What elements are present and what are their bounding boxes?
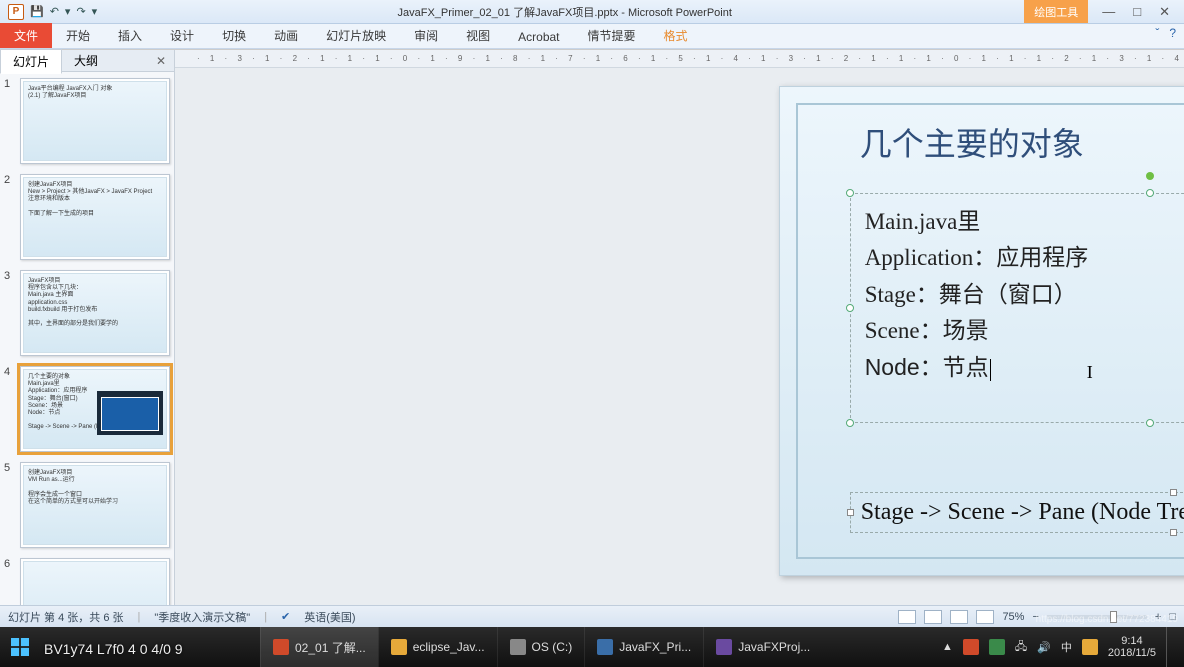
language-status[interactable]: 英语(美国) [304, 609, 355, 625]
content-textbox[interactable]: Main.java里 Application：应用程序 Stage：舞台（窗口）… [850, 193, 1184, 423]
help-icon[interactable]: ? [1169, 26, 1176, 40]
taskbar-item[interactable]: 02_01 了解... [260, 627, 378, 667]
tab-review[interactable]: 审阅 [400, 23, 452, 48]
horizontal-ruler: · 1 · 3 · 1 · 2 · 1 · 1 · 1 · 0 · 1 · 9 … [175, 50, 1184, 68]
taskbar-item[interactable]: eclipse_Jav... [378, 627, 497, 667]
slide-thumbnail[interactable]: 1Java平台编程 JavaFX入门 对象(2.1) 了解JavaFX项目 [4, 78, 170, 164]
reading-view-button[interactable] [950, 610, 968, 624]
tab-acrobat[interactable]: Acrobat [504, 26, 573, 48]
quick-access-toolbar: P 💾 ↶ ▾ ↷ ▾ [0, 4, 105, 20]
maximize-button[interactable]: □ [1133, 4, 1141, 20]
taskbar-item[interactable]: OS (C:) [497, 627, 585, 667]
content-line: Main.java里 [865, 204, 1184, 240]
watermark-url: https://blog.csdn.net/772384419 [1036, 614, 1178, 625]
theme-name: "季度收入演示文稿" [154, 609, 250, 625]
show-desktop-button[interactable] [1166, 627, 1174, 667]
ibeam-cursor-icon: I [1087, 362, 1093, 383]
text-cursor [990, 359, 991, 381]
slide-thumbnail[interactable]: 6 [4, 558, 170, 605]
slide[interactable]: 几个主要的对象 Main.java里 Application：应用程序 Stag… [779, 86, 1184, 576]
content-line: Stage：舞台（窗口） [865, 277, 1184, 313]
video-overlay-text: BV1y74 L7f0 4 0 4/0 9 [44, 641, 183, 657]
slide-thumbnail[interactable]: 2创建JavaFX项目New > Project > 其他JavaFX > Ja… [4, 174, 170, 260]
tray-app-icon[interactable] [963, 639, 979, 655]
slides-tab[interactable]: 幻灯片 [0, 49, 62, 74]
tray-network-icon[interactable]: 🖧 [1015, 638, 1027, 657]
sorter-view-button[interactable] [924, 610, 942, 624]
content-line: Scene：场景 [865, 313, 1184, 349]
tab-home[interactable]: 开始 [52, 23, 104, 48]
start-button[interactable] [0, 627, 40, 667]
tray-volume-icon[interactable]: 🔊 [1037, 641, 1051, 654]
slide-canvas[interactable]: 几个主要的对象 Main.java里 Application：应用程序 Stag… [175, 68, 1184, 605]
close-button[interactable]: ✕ [1159, 4, 1170, 20]
tray-ime-icon[interactable]: 中 [1061, 639, 1072, 655]
slide-title[interactable]: 几个主要的对象 [860, 119, 1184, 165]
contextual-tab-label: 绘图工具 [1024, 0, 1088, 23]
windows-taskbar: BV1y74 L7f0 4 0 4/0 9 02_01 了解...eclipse… [0, 627, 1184, 667]
tab-view[interactable]: 视图 [452, 23, 504, 48]
tab-slideshow[interactable]: 幻灯片放映 [312, 23, 400, 48]
slide-position: 幻灯片 第 4 张，共 6 张 [8, 609, 124, 625]
footer-textbox[interactable]: Stage -> Scene -> Pane (Node Tree) [850, 492, 1184, 533]
content-line: Node：节点 [865, 349, 1184, 386]
work-area: 幻灯片 大纲 ✕ 1Java平台编程 JavaFX入门 对象(2.1) 了解Ja… [0, 50, 1184, 605]
window-title: JavaFX_Primer_02_01 了解JavaFX项目.pptx - Mi… [105, 4, 1024, 20]
taskbar-item[interactable]: JavaFX_Pri... [584, 627, 703, 667]
tab-storyline[interactable]: 情节提要 [574, 23, 650, 48]
outline-tab[interactable]: 大纲 [62, 49, 110, 72]
rotate-handle[interactable] [1146, 172, 1154, 180]
zoom-value: 75% [1002, 611, 1024, 623]
tab-format[interactable]: 格式 [650, 23, 702, 48]
system-tray: ▲ 🖧 🔊 中 9:142018/11/5 [932, 627, 1184, 667]
ribbon-tabs: 文件 开始 插入 设计 切换 动画 幻灯片放映 审阅 视图 Acrobat 情节… [0, 24, 1184, 49]
minimize-button[interactable]: — [1102, 4, 1115, 20]
thumbnail-list: 1Java平台编程 JavaFX入门 对象(2.1) 了解JavaFX项目 2创建… [0, 72, 174, 605]
tab-file[interactable]: 文件 [0, 23, 52, 48]
tray-app-icon[interactable] [989, 639, 1005, 655]
qat-save-icon[interactable]: 💾 [30, 5, 44, 18]
window-buttons: — □ ✕ [1088, 4, 1184, 20]
ribbon-collapse-icon[interactable]: ˇ [1155, 26, 1159, 40]
slide-thumbnail[interactable]: 5创建JavaFX项目VM Run as...运行 程序会生成一个窗口在这个简单… [4, 462, 170, 548]
qat-redo-icon[interactable]: ↷ [76, 5, 85, 18]
normal-view-button[interactable] [898, 610, 916, 624]
slide-editor: · 1 · 3 · 1 · 2 · 1 · 1 · 1 · 0 · 1 · 9 … [175, 50, 1184, 605]
tab-transitions[interactable]: 切换 [208, 23, 260, 48]
qat-dropdown-icon[interactable]: ▾ [92, 5, 98, 18]
tab-animations[interactable]: 动画 [260, 23, 312, 48]
panel-close-icon[interactable]: ✕ [148, 54, 174, 68]
title-bar: P 💾 ↶ ▾ ↷ ▾ JavaFX_Primer_02_01 了解JavaFX… [0, 0, 1184, 24]
tab-insert[interactable]: 插入 [104, 23, 156, 48]
thumbnail-pane: 幻灯片 大纲 ✕ 1Java平台编程 JavaFX入门 对象(2.1) 了解Ja… [0, 50, 175, 605]
panel-tabs: 幻灯片 大纲 ✕ [0, 50, 174, 72]
tray-app-icon[interactable] [1082, 639, 1098, 655]
qat-more-icon[interactable]: ▾ [65, 5, 71, 18]
taskbar-item[interactable]: JavaFXProj... [703, 627, 822, 667]
slide-thumbnail[interactable]: 3JavaFX项目程序包含以下几块：Main.java 主界面applicati… [4, 270, 170, 356]
tray-up-icon[interactable]: ▲ [942, 641, 953, 653]
slide-thumbnail[interactable]: 4几个主要的对象Main.java里Application：应用程序Stage：… [4, 366, 170, 452]
content-line: Application：应用程序 [865, 240, 1184, 276]
taskbar-clock[interactable]: 9:142018/11/5 [1108, 635, 1156, 659]
status-bar: 幻灯片 第 4 张，共 6 张 | "季度收入演示文稿" | ✔ 英语(美国) … [0, 605, 1184, 627]
qat-undo-icon[interactable]: ↶ [50, 5, 59, 18]
footer-text: Stage -> Scene -> Pane (Node Tree) [861, 499, 1184, 526]
tab-design[interactable]: 设计 [156, 23, 208, 48]
app-logo: P [8, 4, 24, 20]
slideshow-view-button[interactable] [976, 610, 994, 624]
